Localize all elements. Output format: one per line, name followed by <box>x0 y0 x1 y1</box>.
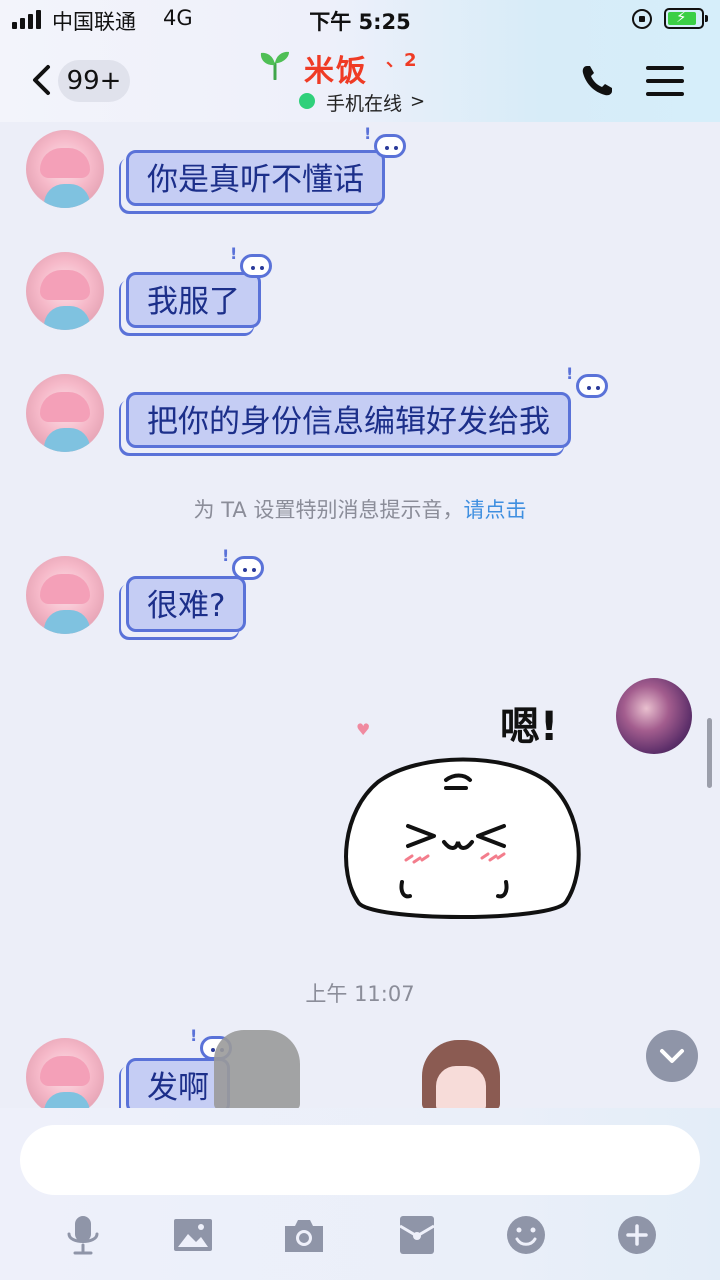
contact-avatar[interactable] <box>26 1038 104 1116</box>
emoji-icon[interactable] <box>505 1214 547 1256</box>
message-input[interactable] <box>20 1125 700 1195</box>
unread-count-badge[interactable]: 99+ <box>58 60 130 102</box>
microphone-icon[interactable] <box>62 1214 104 1256</box>
battery-icon: ⚡ <box>664 8 708 29</box>
online-status[interactable]: 手机在线 <box>326 89 402 116</box>
back-icon[interactable] <box>30 64 52 96</box>
system-tip-link[interactable]: 请点击 <box>463 498 526 522</box>
contact-avatar[interactable] <box>26 252 104 330</box>
contact-avatar[interactable] <box>26 556 104 634</box>
rotation-lock-icon <box>632 9 652 29</box>
cloud-icon: ! <box>222 546 268 584</box>
phone-icon[interactable] <box>578 62 616 100</box>
cloud-icon: ! <box>566 364 612 402</box>
sprout-icon <box>260 51 289 80</box>
heart-icon: ♥ <box>356 720 371 739</box>
menu-icon[interactable] <box>646 66 684 96</box>
status-bar: 中国联通 4G 下午 5:25 ⚡ <box>0 0 720 40</box>
level-badge: 、2 <box>386 50 417 71</box>
plus-icon[interactable] <box>616 1214 658 1256</box>
image-icon[interactable] <box>172 1214 214 1256</box>
message-bubble[interactable]: 你是真听不懂话 <box>126 150 385 206</box>
status-time: 下午 5:25 <box>309 10 411 34</box>
sticker-caption: 嗯! <box>500 704 559 750</box>
time-label: 上午 11:07 <box>305 982 415 1006</box>
background-character-figure <box>214 1030 300 1110</box>
message-bubble[interactable]: 很难? <box>126 576 247 632</box>
cloud-icon: ! <box>364 124 410 162</box>
system-tip-text: 为 TA 设置特别消息提示音， <box>193 498 464 522</box>
scrollbar[interactable] <box>707 718 712 788</box>
camera-icon[interactable] <box>283 1214 325 1256</box>
chevron-down-icon <box>660 1049 684 1063</box>
background-character-figure <box>422 1040 500 1110</box>
cloud-icon: ! <box>230 244 276 282</box>
contact-avatar[interactable] <box>26 374 104 452</box>
contact-name[interactable]: 米饭 <box>304 46 368 90</box>
contact-avatar[interactable] <box>26 130 104 208</box>
user-avatar[interactable] <box>616 678 692 754</box>
scroll-to-bottom-button[interactable] <box>646 1030 698 1082</box>
red-packet-icon[interactable] <box>396 1214 438 1256</box>
mochi-sticker[interactable] <box>338 752 584 928</box>
message-bubble[interactable]: 把你的身份信息编辑好发给我 <box>126 392 571 448</box>
chevron-right-icon: > <box>410 91 426 112</box>
system-tip: 为 TA 设置特别消息提示音，请点击 <box>0 494 720 524</box>
online-indicator <box>299 93 315 109</box>
